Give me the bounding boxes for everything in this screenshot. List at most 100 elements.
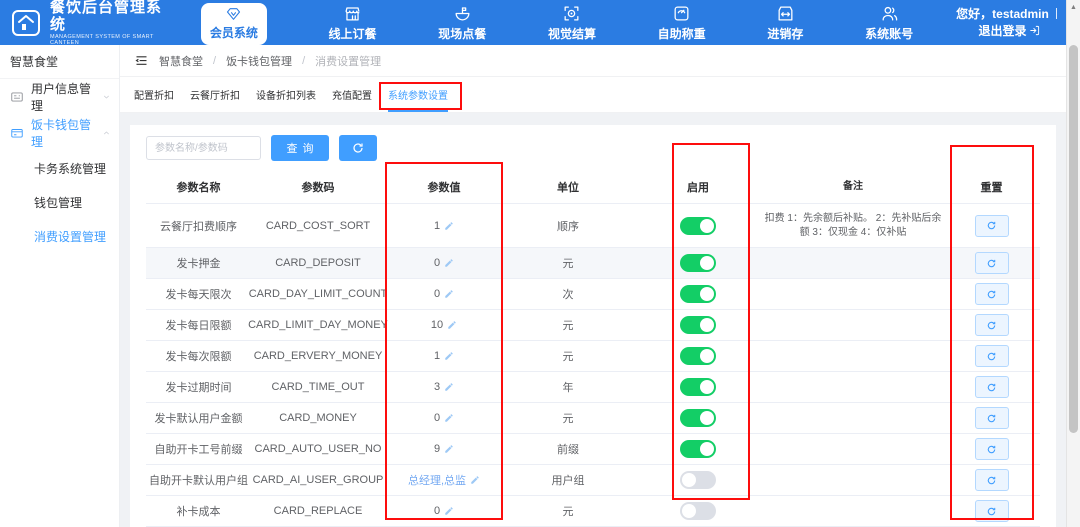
sidebar-item-card-system[interactable]: 卡务系统管理	[0, 151, 119, 185]
collapse-menu-icon[interactable]	[134, 53, 149, 68]
enable-toggle[interactable]	[680, 217, 716, 235]
reset-button[interactable]	[975, 314, 1009, 336]
enable-toggle[interactable]	[680, 409, 716, 427]
nav-vision-settle[interactable]: 视觉结算	[548, 0, 596, 45]
id-card-icon	[10, 90, 24, 104]
param-value-cell: 1	[385, 204, 503, 247]
param-code: CARD_AI_USER_GROUP	[251, 465, 385, 495]
reset-cell	[943, 341, 1040, 371]
param-value-cell: 0	[385, 496, 503, 526]
param-remark	[763, 434, 943, 464]
tab-config-discount[interactable]: 配置折扣	[134, 77, 174, 112]
reset-button[interactable]	[975, 215, 1009, 237]
edit-pencil-icon[interactable]	[444, 351, 454, 361]
param-remark	[763, 465, 943, 495]
enable-toggle[interactable]	[680, 347, 716, 365]
sidebar-item-home[interactable]: 智慧食堂	[0, 45, 119, 79]
divider	[1056, 8, 1057, 19]
params-table: 参数名称 参数码 参数值 单位 启用 备注 重置 云餐厅扣费顺序 CARD_CO…	[146, 170, 1040, 527]
app-subtitle: MANAGEMENT SYSTEM OF SMART CANTEEN	[50, 34, 170, 46]
refresh-button[interactable]	[339, 135, 377, 161]
scrollbar-up-arrow[interactable]: ▲	[1067, 0, 1080, 14]
sidebar-item-wallet-mgmt[interactable]: 钱包管理	[0, 185, 119, 219]
dining-plate-icon	[453, 4, 472, 23]
reset-button[interactable]	[975, 500, 1009, 522]
reset-button[interactable]	[975, 376, 1009, 398]
reset-refresh-icon	[986, 289, 997, 300]
table-header-row: 参数名称 参数码 参数值 单位 启用 备注 重置	[146, 170, 1040, 204]
enable-toggle[interactable]	[680, 316, 716, 334]
user-greeting: 您好，testadmin	[956, 7, 1049, 21]
breadcrumb-item[interactable]: 饭卡钱包管理	[226, 53, 292, 69]
edit-pencil-icon[interactable]	[447, 320, 457, 330]
enable-toggle[interactable]	[680, 285, 716, 303]
param-remark	[763, 403, 943, 433]
enable-toggle[interactable]	[680, 440, 716, 458]
edit-pencil-icon[interactable]	[470, 475, 480, 485]
reset-refresh-icon	[986, 220, 997, 231]
enable-toggle[interactable]	[680, 471, 716, 489]
reset-button[interactable]	[975, 345, 1009, 367]
table-row: 自助开卡默认用户组 CARD_AI_USER_GROUP 总经理,总监 用户组	[146, 465, 1040, 496]
reset-button[interactable]	[975, 252, 1009, 274]
tab-device-discount-list[interactable]: 设备折扣列表	[256, 77, 316, 112]
reset-cell	[943, 248, 1040, 278]
logout-icon[interactable]	[1029, 25, 1040, 36]
nav-inventory[interactable]: 进销存	[767, 0, 803, 45]
nav-label: 视觉结算	[548, 25, 596, 42]
param-remark	[763, 248, 943, 278]
vertical-scrollbar[interactable]: ▲	[1066, 0, 1080, 527]
nav-label: 系统账号	[865, 25, 913, 42]
edit-pencil-icon[interactable]	[444, 258, 454, 268]
table-row: 发卡过期时间 CARD_TIME_OUT 3 年	[146, 372, 1040, 403]
reset-button[interactable]	[975, 283, 1009, 305]
inventory-box-icon	[776, 4, 795, 23]
sidebar-menu-wallet[interactable]: 饭卡钱包管理	[0, 115, 119, 151]
tab-system-params[interactable]: 系统参数设置	[388, 77, 448, 112]
nav-member-system[interactable]: 会员系统	[201, 3, 267, 45]
reset-cell	[943, 279, 1040, 309]
breadcrumb-item[interactable]: 智慧食堂	[159, 53, 203, 69]
edit-pencil-icon[interactable]	[444, 221, 454, 231]
nav-online-order[interactable]: 线上订餐	[329, 0, 377, 45]
param-name: 自助开卡默认用户组	[146, 465, 251, 495]
breadcrumb: 智慧食堂 / 饭卡钱包管理 / 消费设置管理	[120, 45, 1066, 77]
enable-toggle[interactable]	[680, 254, 716, 272]
reset-refresh-icon	[986, 444, 997, 455]
sidebar-item-consume-settings[interactable]: 消费设置管理	[0, 219, 119, 253]
param-value: 0	[434, 412, 440, 424]
param-unit: 元	[503, 496, 633, 526]
param-code: CARD_DEPOSIT	[251, 248, 385, 278]
tab-cloud-restaurant-discount[interactable]: 云餐厅折扣	[190, 77, 240, 112]
edit-pencil-icon[interactable]	[444, 382, 454, 392]
param-value: 10	[431, 319, 443, 331]
search-input[interactable]	[146, 136, 261, 160]
nav-label: 进销存	[767, 25, 803, 42]
enable-cell	[633, 434, 763, 464]
reset-button[interactable]	[975, 469, 1009, 491]
content-card: 查询 参数名称 参数码 参数值 单位 启用 备注 重置 云餐厅扣费顺序 CARD…	[130, 125, 1056, 527]
reset-refresh-icon	[986, 413, 997, 424]
enable-toggle[interactable]	[680, 502, 716, 520]
logout-link[interactable]: 退出登录	[978, 24, 1026, 38]
query-button[interactable]: 查询	[271, 135, 329, 161]
edit-pencil-icon[interactable]	[444, 289, 454, 299]
scrollbar-thumb[interactable]	[1069, 45, 1078, 433]
breadcrumb-separator: /	[213, 55, 216, 67]
enable-toggle[interactable]	[680, 378, 716, 396]
nav-self-weigh[interactable]: 自助称重	[658, 0, 706, 45]
nav-system-account[interactable]: 系统账号	[865, 0, 913, 45]
sidebar-menu-user-info[interactable]: 用户信息管理	[0, 79, 119, 115]
enable-cell	[633, 465, 763, 495]
tab-recharge-config[interactable]: 充值配置	[332, 77, 372, 112]
reset-button[interactable]	[975, 407, 1009, 429]
edit-pencil-icon[interactable]	[444, 413, 454, 423]
sidebar: 智慧食堂 用户信息管理 饭卡钱包管理 卡务系统管理 钱包管理 消费设置管理	[0, 45, 120, 527]
nav-onsite-order[interactable]: 现场点餐	[438, 0, 486, 45]
param-name: 发卡每日限额	[146, 310, 251, 340]
reset-button[interactable]	[975, 438, 1009, 460]
reset-refresh-icon	[986, 475, 997, 486]
edit-pencil-icon[interactable]	[444, 506, 454, 516]
param-value: 0	[434, 288, 440, 300]
edit-pencil-icon[interactable]	[444, 444, 454, 454]
